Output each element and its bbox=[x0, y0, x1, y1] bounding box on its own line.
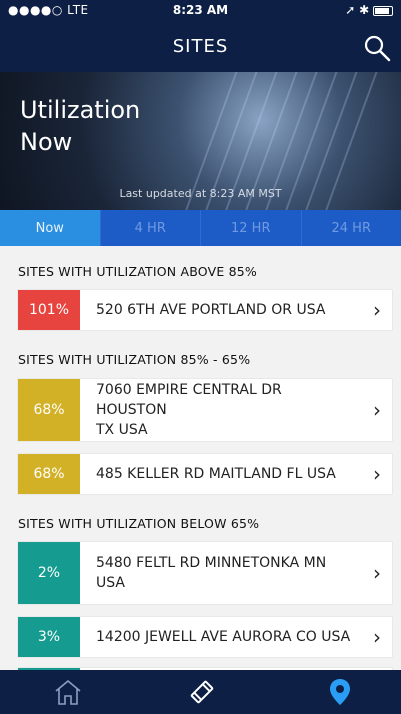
utilization-badge: 68% bbox=[18, 379, 80, 441]
location-pin-icon[interactable] bbox=[324, 676, 356, 708]
bottom-nav bbox=[0, 670, 401, 714]
site-card[interactable]: 101% 520 6TH AVE PORTLAND OR USA › bbox=[18, 290, 392, 330]
utilization-badge: 3% bbox=[18, 617, 80, 657]
site-address: 14200 JEWELL AVE AURORA CO USA bbox=[96, 629, 351, 645]
status-time: 8:23 AM bbox=[172, 3, 229, 17]
section-header-below-65: SITES WITH UTILIZATION BELOW 65% bbox=[18, 516, 260, 531]
chevron-right-icon: › bbox=[373, 561, 381, 585]
search-icon[interactable] bbox=[363, 34, 391, 62]
chevron-right-icon: › bbox=[373, 398, 381, 422]
satellite-icon[interactable] bbox=[186, 676, 218, 708]
page-title: SITES bbox=[172, 36, 229, 57]
sites-list: SITES WITH UTILIZATION ABOVE 85% 101% 52… bbox=[0, 246, 401, 670]
top-bar: ●●●●○ LTE 8:23 AM ➚ ✱ SITES bbox=[0, 0, 401, 72]
tab-24hr[interactable]: 24 HR bbox=[300, 210, 401, 246]
site-address: 7060 EMPIRE CENTRAL DR HOUSTON TX USA bbox=[96, 382, 282, 438]
hero-title: Utilization Now bbox=[20, 96, 141, 156]
tab-4hr[interactable]: 4 HR bbox=[99, 210, 200, 246]
utilization-badge: 68% bbox=[18, 454, 80, 494]
home-icon[interactable] bbox=[52, 676, 84, 708]
site-card[interactable]: 68% 485 KELLER RD MAITLAND FL USA › bbox=[18, 454, 392, 494]
tab-12hr[interactable]: 12 HR bbox=[200, 210, 301, 246]
section-header-85-65: SITES WITH UTILIZATION 85% - 65% bbox=[18, 352, 251, 367]
status-bar: ●●●●○ LTE 8:23 AM ➚ ✱ bbox=[0, 0, 401, 20]
site-address: 485 KELLER RD MAITLAND FL USA bbox=[96, 466, 336, 482]
site-address: 5480 FELTL RD MINNETONKA MN USA bbox=[96, 555, 327, 591]
location-arrow-icon: ➚ bbox=[345, 3, 356, 17]
utilization-badge: 2% bbox=[18, 542, 80, 604]
site-address: 520 6TH AVE PORTLAND OR USA bbox=[96, 302, 326, 318]
bluetooth-icon: ✱ bbox=[359, 3, 370, 17]
tab-now[interactable]: Now bbox=[0, 210, 100, 246]
site-card[interactable]: 3% 14200 JEWELL AVE AURORA CO USA › bbox=[18, 617, 392, 657]
section-header-above-85: SITES WITH UTILIZATION ABOVE 85% bbox=[18, 264, 257, 279]
site-card[interactable]: 68% 7060 EMPIRE CENTRAL DR HOUSTON TX US… bbox=[18, 379, 392, 441]
chevron-right-icon: › bbox=[373, 298, 381, 322]
utilization-badge: 101% bbox=[18, 290, 80, 330]
chevron-right-icon: › bbox=[373, 625, 381, 649]
last-updated-text: Last updated at 8:23 AM MST bbox=[119, 187, 282, 200]
time-range-tabs: Now 4 HR 12 HR 24 HR bbox=[0, 210, 401, 246]
chevron-right-icon: › bbox=[373, 462, 381, 486]
hero-banner: Utilization Now Last updated at 8:23 AM … bbox=[0, 72, 401, 210]
status-icons: ➚ ✱ bbox=[345, 3, 393, 17]
site-card[interactable]: 2% 5480 FELTL RD MINNETONKA MN USA › bbox=[18, 542, 392, 604]
battery-icon bbox=[373, 5, 393, 16]
